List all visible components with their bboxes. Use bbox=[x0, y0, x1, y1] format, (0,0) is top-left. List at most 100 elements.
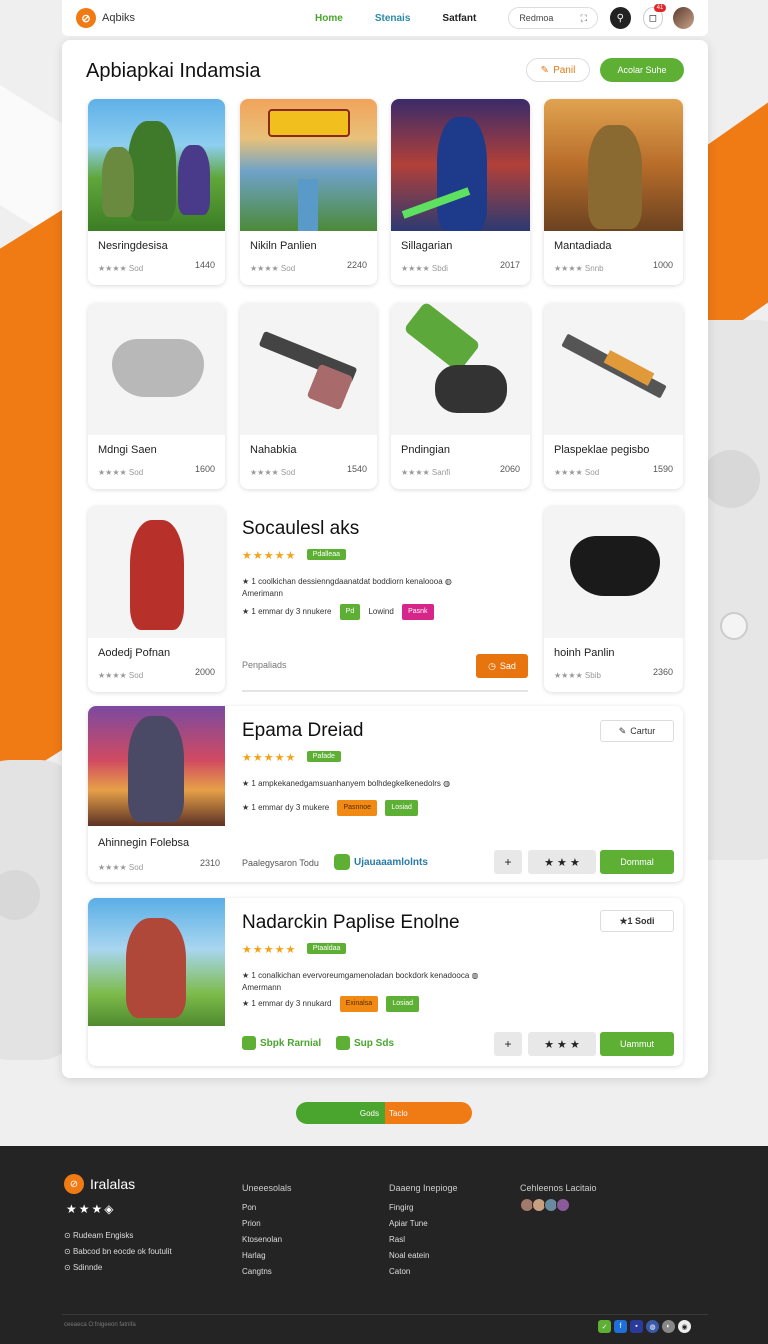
product-thumbnail bbox=[544, 506, 683, 638]
game-card[interactable]: Mantadiada ★★★★ Snnb 1000 bbox=[544, 99, 683, 285]
load-more-button[interactable]: Gods Taclo bbox=[296, 1102, 472, 1124]
social-icon-globe[interactable]: ◍ bbox=[646, 1320, 659, 1333]
footer: ⊘ Iralalas ★★★◈ ⊙ Rudeam Engisks ⊙ Babco… bbox=[0, 1146, 768, 1344]
footer-link[interactable]: Harlag bbox=[242, 1248, 292, 1264]
add-button[interactable]: + bbox=[494, 850, 522, 874]
nav-link-stenais[interactable]: Stenais bbox=[375, 13, 411, 24]
game-card[interactable]: Sillagarian ★★★★ Sbdi 2017 bbox=[391, 99, 530, 285]
game-name: Ahinnegin Folebsa bbox=[98, 837, 190, 849]
panil-button[interactable]: ✎ Panil bbox=[526, 58, 590, 82]
uammut-button[interactable]: Uammut bbox=[600, 1032, 674, 1056]
footer-link[interactable]: Ktosenolan bbox=[242, 1232, 292, 1248]
rating-button[interactable]: ★ ★ ★ bbox=[528, 1032, 596, 1056]
social-icon-white[interactable]: ◉ bbox=[678, 1320, 691, 1333]
feature-footer-text: Penpaliads bbox=[242, 660, 287, 670]
game-name: Nikiln Panlien bbox=[250, 240, 317, 252]
product-rating: ★★★★ Sod bbox=[98, 468, 144, 477]
game-rating: ★★★★ Sbdi bbox=[401, 264, 448, 273]
logo-text: Aqbiks bbox=[102, 12, 136, 24]
social-icon-green[interactable]: ✓ bbox=[598, 1320, 611, 1333]
footer-link[interactable]: Ujauaaamlolnts bbox=[334, 854, 428, 870]
social-icon-navy[interactable]: ▪ bbox=[630, 1320, 643, 1333]
avatar[interactable] bbox=[673, 7, 694, 29]
feature-tag-2: Pasnnoe bbox=[337, 800, 378, 816]
acolar-button[interactable]: Acolar Suhe bbox=[600, 58, 684, 82]
cartur-button-label: Cartur bbox=[630, 726, 656, 736]
product-card[interactable]: hoinh Panlin ★★★★ Sbib 2360 bbox=[544, 506, 683, 692]
product-name: hoinh Panlin bbox=[554, 647, 615, 659]
footer-link[interactable]: Prion bbox=[242, 1216, 292, 1232]
feature-tag-2-text: Lowind bbox=[368, 607, 394, 617]
product-count: 1600 bbox=[194, 464, 215, 474]
notification-icon[interactable]: ◻ 41 bbox=[642, 4, 667, 29]
footer-link[interactable]: Apiar Tune bbox=[389, 1216, 458, 1232]
game-rating: ★★★★ Snnb bbox=[554, 264, 604, 273]
footer-heading: Cehleenos Lacitaio bbox=[520, 1183, 597, 1193]
chip-label: Sbpk Rarnial bbox=[260, 1037, 322, 1049]
game-card[interactable]: Nikiln Panlien ★★★★ Sod 2240 bbox=[240, 99, 377, 285]
game-rating: ★★★★ Sod bbox=[250, 264, 296, 273]
footer-link-label: Ujauaaamlolnts bbox=[354, 856, 428, 868]
footer-link[interactable]: Rasl bbox=[389, 1232, 458, 1248]
product-name: Pndingian bbox=[401, 444, 450, 456]
avatar[interactable] bbox=[556, 1198, 570, 1212]
notification-badge: 41 bbox=[653, 4, 667, 12]
game-card[interactable]: Nesringdesisa ★★★★ Sod 1440 bbox=[88, 99, 225, 285]
chip-icon bbox=[336, 1036, 350, 1050]
footer-link[interactable]: Fingirg bbox=[389, 1200, 458, 1216]
footer-link[interactable]: ⊙ Sdinnde bbox=[64, 1260, 172, 1276]
product-card[interactable]: Plaspeklae pegisbo ★★★★ Sod 1590 bbox=[544, 303, 683, 489]
clock-icon: ◷ bbox=[488, 660, 496, 671]
bell-icon: ◻ bbox=[648, 12, 658, 24]
add-button[interactable]: + bbox=[494, 1032, 522, 1056]
sad-button[interactable]: ◷ Sad bbox=[476, 654, 528, 678]
product-thumbnail bbox=[544, 303, 683, 435]
nav-link-home[interactable]: Home bbox=[315, 13, 343, 24]
product-rating: ★★★★ Sod bbox=[554, 468, 600, 477]
sodi-button[interactable]: ★1 Sodi bbox=[600, 910, 674, 932]
user-icon[interactable]: ⚲ bbox=[609, 7, 631, 29]
social-icon-blue[interactable]: f bbox=[614, 1320, 627, 1333]
chip-sbpk[interactable]: Sbpk Rarnial bbox=[242, 1036, 321, 1050]
dommal-button[interactable]: Dommal bbox=[600, 850, 674, 874]
social-icon-gray[interactable]: ◐ bbox=[662, 1320, 675, 1333]
product-card[interactable]: Pndingian ★★★★ Sanfi 2060 bbox=[391, 303, 530, 489]
launcher-icon bbox=[403, 303, 481, 373]
robot-figure-icon bbox=[130, 520, 184, 630]
footer-link[interactable]: Caton bbox=[389, 1264, 458, 1280]
game-name: Nesringdesisa bbox=[98, 240, 168, 252]
footer-link[interactable]: ⊙ Rudeam Engisks bbox=[64, 1228, 172, 1244]
product-rating: ★★★★ Sod bbox=[250, 468, 296, 477]
feature-title: Socaulesl aks bbox=[242, 518, 360, 539]
footer-heading: Daaeng Inepioge bbox=[389, 1183, 458, 1193]
feature-description: ★ 1 conalkichan evervoreumgamenoladan bo… bbox=[242, 971, 479, 980]
product-card[interactable]: Nahabkia ★★★★ Sod 1540 bbox=[240, 303, 377, 489]
rating-button[interactable]: ★ ★ ★ bbox=[528, 850, 596, 874]
product-card[interactable]: Aodedj Pofnan ★★★★ Sod 2000 bbox=[88, 506, 225, 692]
footer-link[interactable]: Noal eatein bbox=[389, 1248, 458, 1264]
product-thumbnail bbox=[88, 303, 225, 435]
gamepad-icon bbox=[112, 339, 204, 397]
sad-button-label: Sad bbox=[499, 661, 516, 671]
nav-link-satfant[interactable]: Satfant bbox=[442, 13, 476, 24]
logo[interactable]: ⊘ Aqbiks bbox=[76, 8, 135, 28]
game-card[interactable]: Nadarckin Paplise Enolne ★★★★★ Ptaaldaa … bbox=[88, 898, 683, 1066]
footer-col-4: Cehleenos Lacitaio bbox=[520, 1180, 597, 1200]
footer-link[interactable]: ⊙ Babcod bn eocde ok foutulit bbox=[64, 1244, 172, 1260]
game-thumbnail bbox=[240, 99, 377, 231]
footer-link[interactable]: Pon bbox=[242, 1200, 292, 1216]
divider bbox=[242, 690, 528, 692]
footer-col-2: Uneeesolals Pon Prion Ktosenolan Harlag … bbox=[242, 1180, 292, 1280]
game-card[interactable]: Ahinnegin Folebsa ★★★★ Sod 2310 Epama Dr… bbox=[88, 706, 683, 882]
feature-tag: Ptaaldaa bbox=[306, 943, 347, 955]
copyright: ceeaeca O:fnigeeon fatnifa bbox=[64, 1322, 136, 1328]
product-name: Nahabkia bbox=[250, 444, 297, 456]
product-card[interactable]: Mdngi Saen ★★★★ Sod 1600 bbox=[88, 303, 225, 489]
chip-sup[interactable]: Sup Sds bbox=[336, 1036, 394, 1050]
footer-brand[interactable]: ⊘ Iralalas bbox=[64, 1174, 135, 1194]
social-links: ✓ f ▪ ◍ ◐ ◉ bbox=[598, 1320, 691, 1333]
game-name: Sillagarian bbox=[401, 240, 453, 252]
footer-link[interactable]: Cangtns bbox=[242, 1264, 292, 1280]
cartur-button[interactable]: ✎ Cartur bbox=[600, 720, 674, 742]
search-input[interactable]: Redmoa ⛶ bbox=[508, 7, 598, 29]
